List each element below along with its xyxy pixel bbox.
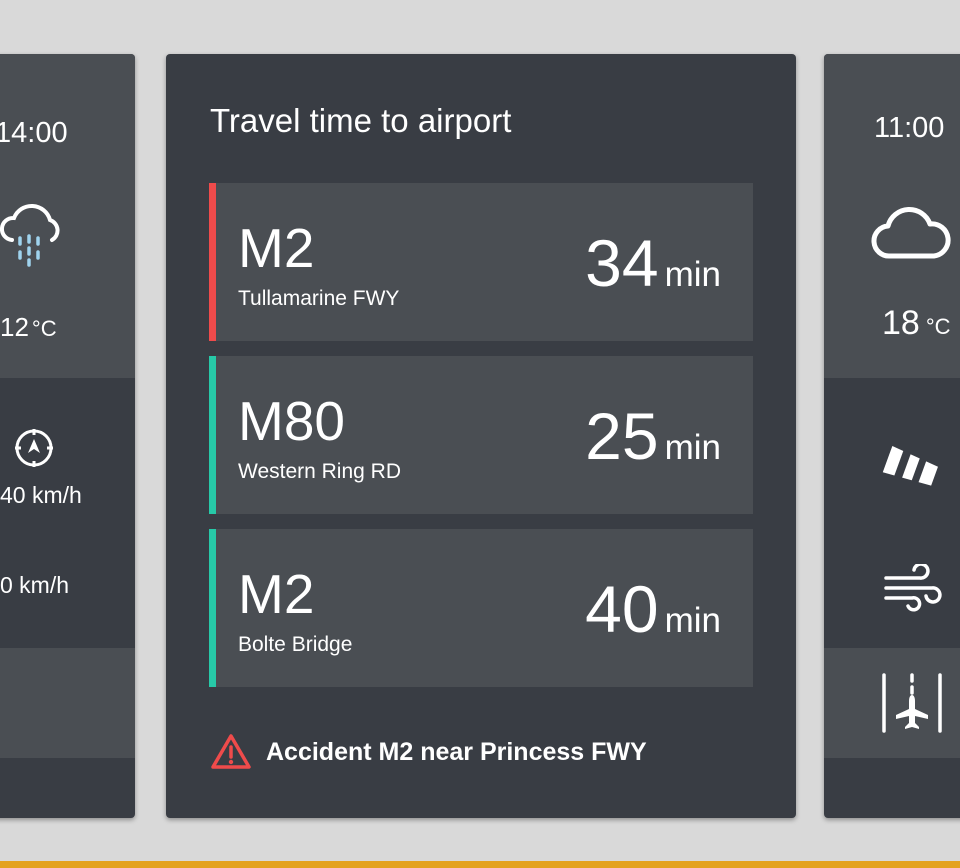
route-row[interactable]: M80 Western Ring RD 25 min bbox=[209, 356, 753, 514]
right-forecast-card: 11:00 18 °C bbox=[824, 54, 960, 818]
accent-stripe bbox=[0, 861, 960, 868]
cloud-icon bbox=[871, 206, 951, 259]
left-gust-speed: 0 km/h bbox=[0, 572, 70, 598]
route-travel-time: 40 min bbox=[585, 576, 721, 642]
route-row[interactable]: M2 Tullamarine FWY 34 min bbox=[209, 183, 753, 341]
route-road-name: Tullamarine FWY bbox=[238, 287, 400, 310]
wind-lines-icon bbox=[884, 564, 942, 612]
left-forecast-card: 14:00 12 °C 40 km/h 0 km/h bbox=[0, 54, 135, 818]
route-minutes-unit: min bbox=[664, 601, 721, 640]
left-wind-speed: 40 km/h bbox=[0, 482, 82, 508]
route-row[interactable]: M2 Bolte Bridge 40 min bbox=[209, 529, 753, 687]
warning-triangle-icon bbox=[211, 734, 251, 769]
right-temperature: 18 °C bbox=[882, 304, 951, 342]
route-status-bar bbox=[209, 529, 216, 687]
route-road-name: Western Ring RD bbox=[238, 460, 401, 483]
route-minutes: 40 bbox=[585, 572, 659, 646]
route-travel-time: 34 min bbox=[585, 230, 721, 296]
traffic-alert[interactable]: Accident M2 near Princess FWY bbox=[210, 732, 647, 772]
windsock-icon bbox=[882, 445, 938, 486]
alert-text: Accident M2 near Princess FWY bbox=[266, 737, 647, 766]
left-footer-panel bbox=[0, 648, 135, 758]
route-travel-time: 25 min bbox=[585, 403, 721, 469]
route-minutes-unit: min bbox=[664, 428, 721, 467]
travel-time-card: Travel time to airport M2 Tullamarine FW… bbox=[166, 54, 796, 818]
route-minutes-unit: min bbox=[664, 255, 721, 294]
route-status-bar bbox=[209, 183, 216, 341]
right-time: 11:00 bbox=[874, 112, 945, 144]
left-time: 14:00 bbox=[0, 117, 68, 149]
route-road-name: Bolte Bridge bbox=[238, 633, 353, 656]
left-temperature: 12 °C bbox=[0, 312, 57, 342]
route-minutes: 25 bbox=[585, 399, 659, 473]
route-status-bar bbox=[209, 356, 216, 514]
rain-cloud-icon bbox=[0, 204, 60, 267]
compass-icon bbox=[15, 429, 53, 467]
card-title: Travel time to airport bbox=[210, 102, 512, 139]
route-code: M2 bbox=[238, 217, 315, 279]
runway-airplane-icon bbox=[882, 673, 942, 733]
route-code: M2 bbox=[238, 563, 315, 625]
route-code: M80 bbox=[238, 390, 345, 452]
route-minutes: 34 bbox=[585, 226, 659, 300]
